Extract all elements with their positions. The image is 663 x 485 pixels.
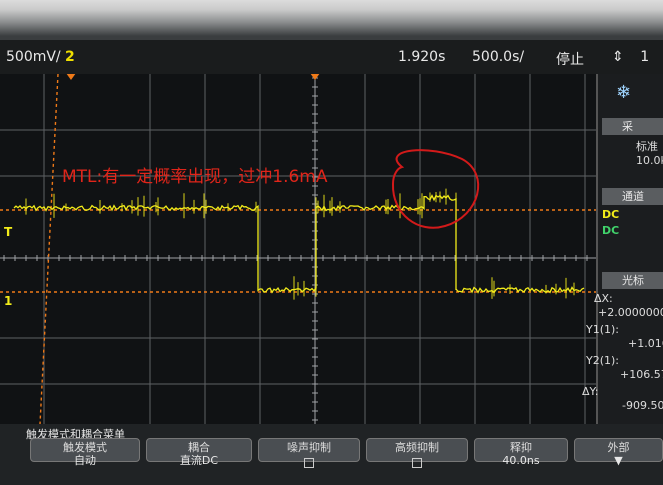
channel-number[interactable]: 2 — [65, 49, 75, 65]
highlight-circle — [391, 149, 480, 229]
trigger-marker-top — [310, 74, 320, 80]
external-softkey[interactable]: 外部 ▼ — [574, 438, 663, 466]
oscilloscope-photo: 500mV/ 2 1.920s 500.0s/ 停止 ⇕ 1 MTL:有一定概率… — [0, 0, 663, 485]
waveform-display — [0, 74, 596, 424]
hf-reject-checkbox[interactable] — [412, 458, 422, 468]
time-position[interactable]: 1.920s — [398, 49, 445, 65]
delta-y-value: -909.50 — [622, 399, 663, 412]
sample-rate: 10.0k — [636, 154, 663, 167]
y1-label: Y1(1): — [586, 323, 620, 336]
y2-label: Y2(1): — [586, 354, 620, 367]
delta-x-value: +2.00000000 — [598, 306, 663, 319]
delta-y-label: ΔY: — [582, 385, 599, 398]
hf-reject-label: 高频抑制 — [395, 441, 439, 454]
noise-reject-label: 噪声抑制 — [287, 441, 331, 454]
top-markers — [66, 74, 320, 80]
coupling-softkey[interactable]: 耦合 直流DC — [146, 438, 252, 466]
coupling-value: 直流DC — [179, 454, 219, 467]
snowflake-icon: ❄ — [616, 82, 632, 103]
trigger-mode-label: 触发模式 — [63, 441, 107, 454]
channel-scale[interactable]: 500mV/ — [6, 49, 61, 65]
trigger-settings[interactable]: ⇕ 1 — [612, 49, 649, 65]
holdoff-softkey[interactable]: 释抑 40.0ns — [474, 438, 568, 466]
trigger-level-marker: T — [4, 225, 13, 239]
external-label: 外部 — [607, 441, 630, 454]
run-state: 停止 — [556, 52, 584, 68]
acquire-mode: 标准 — [636, 140, 658, 153]
noise-reject-softkey[interactable]: 噪声抑制 — [258, 438, 360, 468]
cursor-header: 光标 — [602, 272, 663, 289]
trigger-mode-value: 自动 — [74, 454, 96, 467]
signal-noise — [25, 188, 575, 300]
y1-value: +1.016 — [628, 337, 663, 350]
external-down-icon: ▼ — [614, 454, 623, 467]
coupling-label: 耦合 — [188, 441, 210, 454]
center-axes — [0, 74, 596, 424]
trigger-channel: 1 — [640, 49, 650, 65]
trigger-mode-softkey[interactable]: 触发模式 自动 — [30, 438, 140, 466]
hf-reject-softkey[interactable]: 高频抑制 — [366, 438, 468, 468]
acquire-header: 采 — [602, 118, 663, 135]
cursor-marker-left — [66, 74, 76, 80]
delta-x-label: ΔX: — [594, 292, 613, 305]
trigger-arrow-icon: ⇕ — [612, 49, 624, 65]
channel1-coupling: DC — [602, 208, 620, 221]
holdoff-label: 释抑 — [510, 441, 532, 454]
channel-ground-marker: 1 — [4, 294, 13, 308]
right-info-panel: ❄ 采 标准 10.0k 通道 DC DC 光标 ΔX: +2.00000000… — [582, 74, 663, 424]
y2-value: +106.57 — [620, 368, 663, 381]
holdoff-value: 40.0ns — [502, 454, 540, 467]
waveform-screen[interactable]: MTL:有一定概率出现，过冲1.6mA T 1 — [0, 74, 596, 424]
cursor-x1 — [39, 74, 59, 424]
annotation-text: MTL:有一定概率出现，过冲1.6mA — [62, 167, 328, 187]
channel-header: 通道 — [602, 188, 663, 205]
noise-reject-checkbox[interactable] — [304, 458, 314, 468]
cursor-lines — [0, 74, 596, 424]
graticule — [0, 74, 596, 424]
time-scale[interactable]: 500.0s/ — [472, 49, 524, 65]
channel2-coupling: DC — [602, 224, 620, 237]
axis-ticks — [3, 77, 588, 421]
